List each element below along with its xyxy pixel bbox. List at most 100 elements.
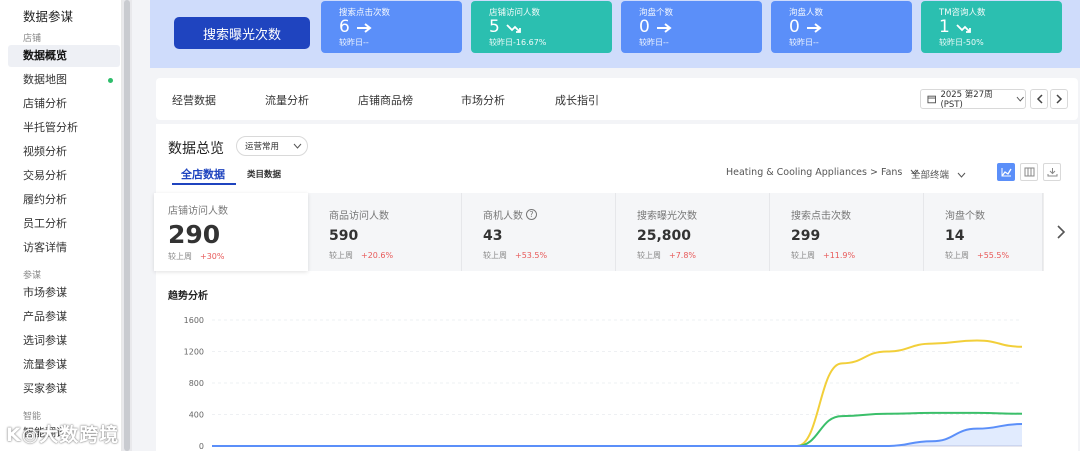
sidebar-item-keyword[interactable]: 选词参谋	[8, 330, 120, 352]
sidebar-item-traffic[interactable]: 流量参谋	[8, 354, 120, 376]
arrow-right-icon	[356, 22, 372, 33]
overview-select-value: 运营常用	[245, 142, 280, 152]
search-exposure-button[interactable]: 搜索曝光次数	[174, 17, 310, 49]
sidebar-group-store: 店铺	[23, 34, 42, 44]
overview-title: 数据总览	[168, 141, 224, 157]
y-tick-label: 1200	[184, 348, 204, 357]
metric-change: +53.5%	[515, 251, 548, 260]
chevron-down-icon	[957, 172, 966, 178]
metric-change: +20.6%	[361, 251, 394, 260]
metric-card[interactable]: 商机人数? 43 较上周 +53.5%	[462, 193, 616, 271]
metric-value: 25,800	[637, 228, 692, 244]
tile-inquiry-count[interactable]: 洵盘个数 0 较昨日--	[621, 1, 762, 53]
metric-label: 商品访问人数	[329, 211, 389, 222]
metric-value: 290	[168, 220, 221, 249]
sidebar-item-store-analysis[interactable]: 店铺分析	[8, 93, 120, 115]
category-value: Heating & Cooling Appliances > Fans	[726, 167, 903, 178]
sidebar-item-buyer[interactable]: 买家参谋	[8, 378, 120, 400]
metric-card[interactable]: 商品访问人数 590 较上周 +20.6%	[308, 193, 462, 271]
scrollbar-thumb[interactable]	[124, 0, 130, 451]
tile-value: 1	[939, 17, 950, 37]
tab-business[interactable]: 经营数据	[172, 92, 216, 108]
subtab-category-data[interactable]: 类目数据	[247, 168, 281, 180]
tile-value: 6	[339, 17, 350, 37]
sidebar-title: 数据参谋	[23, 9, 74, 24]
arrow-right-icon	[656, 22, 672, 33]
category-selector[interactable]: Heating & Cooling Appliances > Fans	[726, 167, 919, 178]
series-line	[211, 411, 1023, 447]
overview-select[interactable]: 运营常用	[236, 136, 308, 156]
sidebar-item-overview[interactable]: 数据概览	[8, 45, 120, 67]
tab-market[interactable]: 市场分析	[461, 92, 505, 108]
week-value: 2025 第27周 (PST)	[940, 90, 993, 110]
arrow-right-icon	[806, 22, 822, 33]
chevron-right-icon	[1055, 94, 1062, 104]
metric-compare: 较上周 +30%	[168, 252, 225, 261]
table-view-button[interactable]	[1020, 163, 1038, 181]
sidebar-item-visitors[interactable]: 访客详情	[8, 237, 120, 259]
metric-label: 店铺访问人数	[168, 206, 228, 217]
tile-inquiry-people[interactable]: 洵盘人数 0 较昨日--	[771, 1, 912, 53]
sidebar-item-semi-managed[interactable]: 半托管分析	[8, 117, 120, 139]
trend-chart: 0 400 800 1200 1600	[184, 316, 1023, 451]
sidebar-item-fulfillment[interactable]: 履约分析	[8, 189, 120, 211]
y-tick-label: 0	[199, 442, 204, 451]
terminal-selector[interactable]: 全部终端	[911, 167, 966, 181]
tile-sub: 较昨日-16.67%	[489, 38, 547, 47]
line-chart-icon	[1000, 168, 1012, 177]
sidebar-group-advisor: 参谋	[23, 271, 42, 281]
metric-value: 43	[483, 228, 503, 244]
sidebar-item-video[interactable]: 视频分析	[8, 141, 120, 163]
metric-value: 299	[791, 228, 821, 244]
tab-growth[interactable]: 成长指引	[555, 92, 599, 108]
metric-change: +11.9%	[823, 251, 856, 260]
line-chart-view-button[interactable]	[997, 163, 1015, 181]
tile-title: 店铺访问人数	[489, 8, 541, 18]
tile-sub: 较昨日--	[339, 38, 369, 47]
sidebar-item-datamap[interactable]: 数据地图	[8, 69, 120, 91]
tile-title: 洵盘个数	[639, 8, 674, 18]
tile-store-visitors[interactable]: 店铺访问人数 5 较昨日-16.67%	[471, 1, 612, 53]
app-root: 数据参谋 店铺 数据概览 数据地图 店铺分析 半托管分析 视频分析 交易分析 履…	[0, 0, 1080, 451]
chevron-down-icon	[1017, 96, 1025, 102]
y-tick-label: 400	[189, 411, 204, 420]
trend-title: 趋势分析	[168, 291, 208, 302]
trend-down-icon	[956, 23, 971, 33]
y-tick-label: 800	[189, 379, 204, 388]
tile-search-clicks[interactable]: 搜索点击次数 6 较昨日--	[321, 1, 462, 53]
prev-week-button[interactable]	[1030, 89, 1048, 109]
metrics-next-button[interactable]	[1043, 193, 1078, 271]
status-dot	[108, 78, 113, 83]
calendar-icon	[927, 95, 936, 104]
metric-card[interactable]: 搜索曝光次数 25,800 较上周 +7.8%	[616, 193, 770, 271]
sidebar-item-product[interactable]: 产品参谋	[8, 306, 120, 328]
tile-value: 5	[489, 17, 500, 37]
help-icon[interactable]: ?	[526, 209, 537, 220]
chevron-down-icon	[293, 143, 302, 149]
subtab-active-indicator	[172, 183, 236, 185]
week-selector[interactable]: 2025 第27周 (PST)	[920, 89, 1026, 110]
watermark-logo: K◎大数跨境	[6, 424, 120, 446]
metric-compare: 较上周 +53.5%	[483, 251, 548, 260]
metric-compare: 较上周 +55.5%	[945, 251, 1010, 260]
tile-value: 0	[789, 17, 800, 37]
sidebar-item-trade[interactable]: 交易分析	[8, 165, 120, 187]
export-button[interactable]	[1043, 163, 1061, 181]
sidebar-scrollbar[interactable]	[122, 0, 132, 451]
series-area	[212, 423, 1022, 446]
sidebar-item-market[interactable]: 市场参谋	[8, 282, 120, 304]
tile-tm-consult[interactable]: TM咨询人数 1 较昨日-50%	[921, 1, 1062, 53]
tab-product-rank[interactable]: 店铺商品榜	[358, 92, 413, 108]
sidebar-item-staff[interactable]: 员工分析	[8, 213, 120, 235]
metric-change: +7.8%	[669, 251, 697, 260]
metric-label: 搜索点击次数	[791, 211, 851, 222]
metric-card[interactable]: 洵盘个数 14 较上周 +55.5%	[924, 193, 1043, 271]
tile-sub: 较昨日-50%	[939, 38, 984, 47]
subtab-store-data[interactable]: 全店数据	[181, 166, 225, 182]
tile-title: 洵盘人数	[789, 8, 824, 18]
metric-card[interactable]: 搜索点击次数 299 较上周 +11.9%	[770, 193, 924, 271]
metric-card[interactable]: 店铺访问人数 290 较上周 +30%	[154, 193, 308, 271]
next-week-button[interactable]	[1050, 89, 1068, 109]
tab-traffic[interactable]: 流量分析	[265, 92, 309, 108]
chevron-right-icon	[1057, 225, 1066, 239]
